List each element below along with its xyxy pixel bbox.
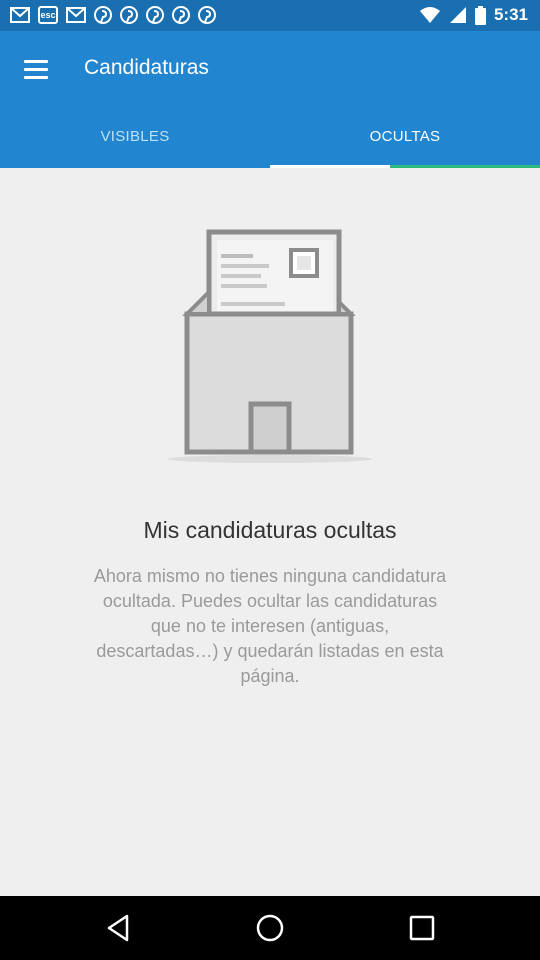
battery-icon xyxy=(474,5,486,25)
pinterest-icon xyxy=(172,6,190,24)
back-button[interactable] xyxy=(88,912,148,944)
wifi-icon xyxy=(419,7,440,23)
menu-icon-line xyxy=(24,75,48,79)
main-content: Mis candidaturas ocultas Ahora mismo no … xyxy=(0,168,540,896)
pinterest-icon xyxy=(120,6,138,24)
menu-icon-line xyxy=(24,67,48,71)
status-bar: esc 5:31 xyxy=(0,0,540,31)
pinterest-icon xyxy=(94,6,112,24)
empty-state-message: Ahora mismo no tienes ninguna candidatur… xyxy=(93,566,447,686)
status-time: 5:31 xyxy=(493,5,528,24)
empty-mailbox-illustration xyxy=(168,229,372,463)
menu-button[interactable] xyxy=(14,49,58,89)
tab-visibles[interactable]: VISIBLES xyxy=(0,117,270,165)
recent-apps-icon xyxy=(409,915,435,941)
system-nav-bar xyxy=(0,896,540,960)
pinterest-icon xyxy=(146,6,164,24)
esc-icon: esc xyxy=(38,6,58,24)
pinterest-icon xyxy=(198,6,216,24)
app-bar: Candidaturas VISIBLES OCULTAS xyxy=(0,31,540,168)
notification-icons: esc xyxy=(10,6,216,24)
home-icon xyxy=(256,914,284,942)
back-icon xyxy=(107,914,129,942)
mail-icon xyxy=(66,7,86,23)
tab-bar: VISIBLES OCULTAS xyxy=(0,117,540,168)
mail-icon xyxy=(10,7,30,23)
empty-state-title: Mis candidaturas ocultas xyxy=(143,517,397,543)
system-icons: 5:31 xyxy=(419,5,528,25)
menu-icon-line xyxy=(24,59,48,63)
tab-ocultas[interactable]: OCULTAS xyxy=(270,117,540,165)
signal-icon xyxy=(449,7,466,23)
home-button[interactable] xyxy=(240,912,300,944)
page-title: Candidaturas xyxy=(84,56,209,79)
recent-apps-button[interactable] xyxy=(392,912,452,944)
